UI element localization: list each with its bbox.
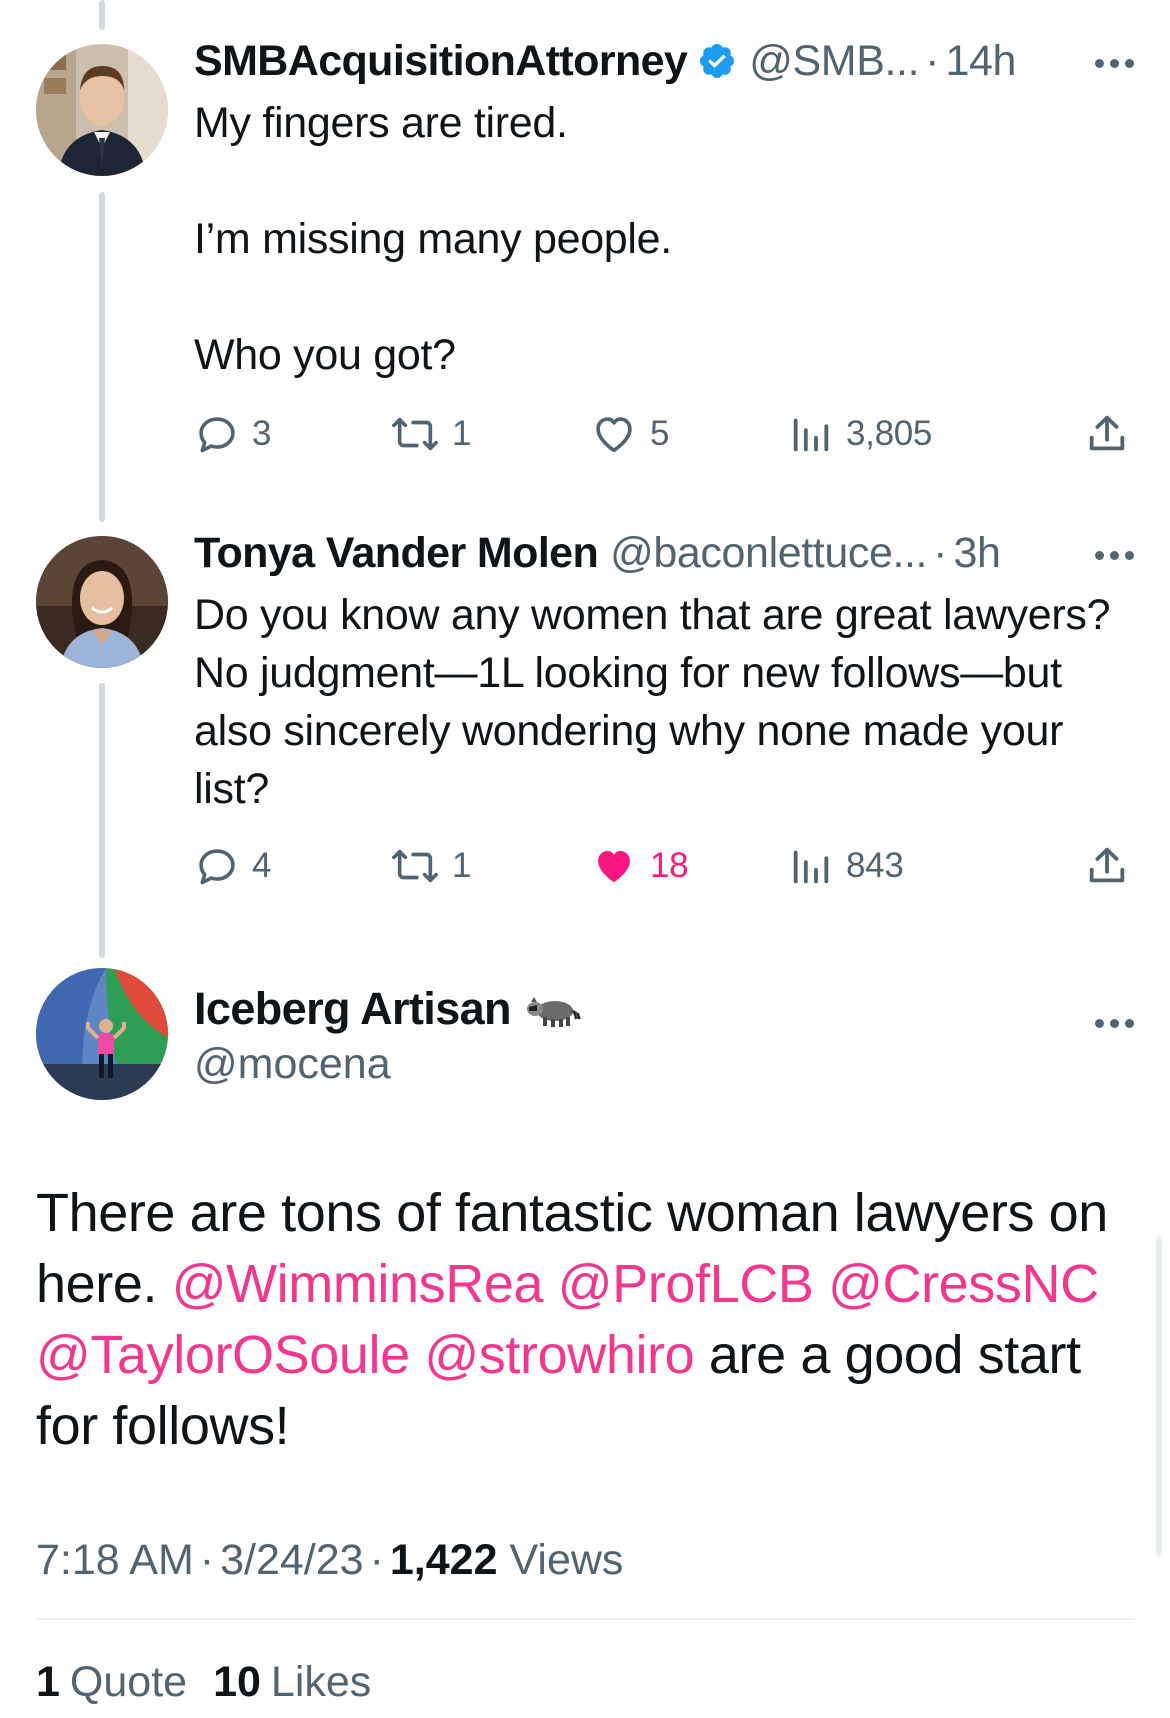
woman-smiling-photo — [36, 536, 168, 668]
retweet-icon — [392, 849, 438, 883]
share-button[interactable] — [1084, 836, 1142, 896]
heart-filled-icon — [598, 851, 630, 883]
retweet-count: 1 — [452, 414, 472, 453]
avatar[interactable] — [36, 536, 168, 668]
reply-button[interactable]: 3 — [194, 404, 271, 464]
thread-line-1 — [99, 192, 105, 522]
thread-line-top — [99, 0, 105, 30]
quotes-link[interactable]: 1 Quote — [36, 1658, 187, 1707]
engagement-stats: 1 Quote 10 Likes — [36, 1652, 397, 1712]
tweet-actions: 3 1 5 3,805 — [194, 404, 1134, 464]
heart-outline-icon — [596, 417, 632, 453]
share-icon — [1089, 415, 1125, 451]
mention-link[interactable]: @CressNC — [828, 1254, 1099, 1314]
timestamp[interactable]: 14h — [945, 37, 1016, 86]
likes-label: Likes — [270, 1657, 372, 1706]
raccoon-icon — [526, 997, 581, 1027]
share-button[interactable] — [1084, 404, 1142, 464]
separator: · — [933, 528, 948, 577]
tweet-text: Do you know any women that are great law… — [194, 591, 1111, 813]
thread-line-2 — [99, 683, 105, 958]
handle[interactable]: @SMB... — [749, 37, 919, 86]
quotes-label: Quote — [69, 1657, 188, 1706]
retweet-button[interactable]: 1 — [390, 404, 471, 464]
handle[interactable]: @baconlettuce... — [610, 529, 927, 578]
separator: · — [369, 1535, 384, 1584]
views-button[interactable]: 843 — [788, 836, 904, 896]
reply-icon — [199, 417, 235, 453]
more-dot-icon — [1110, 550, 1119, 560]
views-bar-chart-icon — [793, 418, 829, 452]
timestamp[interactable]: 7:18 AM — [36, 1536, 194, 1585]
more-dot-icon — [1095, 1018, 1104, 1028]
man-in-suit-photo — [36, 44, 168, 176]
more-dot-icon — [1125, 1018, 1134, 1028]
reply-count: 4 — [252, 846, 272, 885]
tweet-text: My fingers are tired. I’m missing many p… — [194, 99, 672, 379]
mention-link[interactable]: @TaylorOSoule — [36, 1325, 410, 1385]
more-options-button[interactable] — [1095, 528, 1134, 582]
like-count: 5 — [650, 414, 670, 453]
mention-link[interactable]: @ProfLCB — [558, 1254, 814, 1314]
likes-link[interactable]: 10 Likes — [213, 1658, 371, 1707]
more-dot-icon — [1125, 550, 1134, 560]
display-name[interactable]: Tonya Vander Molen — [194, 529, 599, 578]
tweet-header: Tonya Vander Molen @baconlettuce... · 3h — [194, 526, 1134, 580]
date[interactable]: 3/24/23 — [220, 1536, 363, 1585]
handle[interactable]: @mocena — [194, 1040, 583, 1089]
retweet-count: 1 — [452, 846, 472, 885]
tweet-meta: 7:18 AM · 3/24/23 · 1,422 Views — [36, 1530, 623, 1590]
likes-count: 10 — [213, 1657, 261, 1706]
divider — [36, 1618, 1134, 1620]
retweet-button[interactable]: 1 — [390, 836, 471, 896]
avatar[interactable] — [36, 44, 168, 176]
display-name[interactable]: SMBAcquisitionAttorney — [194, 37, 688, 86]
mention-link[interactable]: @strowhiro — [424, 1325, 694, 1385]
separator: · — [199, 1535, 215, 1584]
more-dot-icon — [1125, 58, 1134, 68]
tweet-header: SMBAcquisitionAttorney @SMB... · 14h — [194, 34, 1134, 88]
person-flexing-photo — [36, 968, 168, 1100]
quotes-count: 1 — [36, 1657, 60, 1706]
like-count: 18 — [650, 846, 689, 885]
views-count: 3,805 — [846, 414, 933, 453]
more-options-button[interactable] — [1095, 996, 1134, 1050]
more-dot-icon — [1110, 1018, 1119, 1028]
views-bar-chart-icon — [793, 850, 829, 884]
display-name[interactable]: Iceberg Artisan — [194, 983, 512, 1035]
tweet-actions: 4 1 18 843 — [194, 836, 1134, 896]
mention-link[interactable]: @WimminsRea — [172, 1254, 544, 1314]
reply-count: 3 — [252, 414, 272, 453]
scrollbar[interactable] — [1156, 1236, 1162, 1556]
verified-badge-icon[interactable] — [697, 41, 737, 81]
views-label: Views — [509, 1535, 624, 1584]
author-info: Iceberg Artisan @mocena — [194, 980, 583, 1089]
more-options-button[interactable] — [1095, 36, 1134, 90]
share-icon — [1089, 847, 1125, 883]
like-button[interactable]: 5 — [590, 404, 669, 464]
views-count: 843 — [846, 846, 904, 885]
tweet-text: There are tons of fantastic woman lawyer… — [36, 1178, 1130, 1462]
reply-button[interactable]: 4 — [194, 836, 271, 896]
avatar[interactable] — [36, 968, 168, 1100]
views-button[interactable]: 3,805 — [788, 404, 932, 464]
views-count: 1,422 — [389, 1535, 498, 1584]
more-dot-icon — [1110, 58, 1119, 68]
reply-icon — [199, 849, 235, 885]
more-dot-icon — [1095, 58, 1104, 68]
retweet-icon — [392, 417, 438, 451]
separator: · — [925, 36, 940, 85]
timestamp[interactable]: 3h — [953, 529, 1000, 578]
more-dot-icon — [1095, 550, 1104, 560]
like-button[interactable]: 18 — [590, 836, 689, 896]
